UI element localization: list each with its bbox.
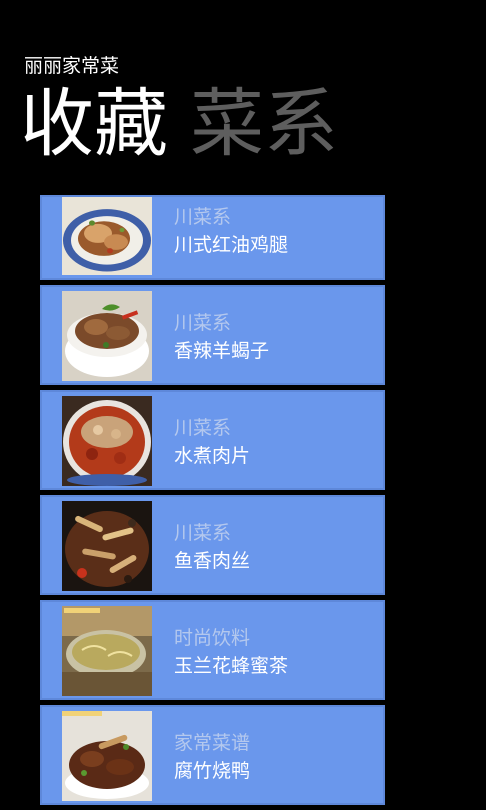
pivot-tab-favorites[interactable]: 收藏: [20, 82, 168, 166]
item-category: 时尚饮料: [174, 627, 251, 649]
item-category: 家常菜谱: [174, 732, 251, 754]
item-dish-name: 川式红油鸡腿: [174, 234, 289, 256]
dish-photo: [62, 501, 152, 591]
item-category: 川菜系: [174, 206, 232, 228]
item-dish-name: 鱼香肉丝: [174, 550, 251, 572]
item-dish-name: 腐竹烧鸭: [174, 760, 251, 782]
favorites-list: 川菜系 川式红油鸡腿 川菜系 香辣羊蝎子 川菜系 水煮肉片 川菜系 鱼香肉丝 时…: [40, 195, 385, 810]
dish-photo: [62, 606, 152, 696]
item-dish-name: 玉兰花蜂蜜茶: [174, 655, 289, 677]
dish-photo: [62, 396, 152, 486]
dish-photo: [62, 291, 152, 381]
item-category: 川菜系: [174, 417, 232, 439]
pivot-headers: 收藏 菜系: [20, 82, 360, 166]
list-item[interactable]: 家常菜谱 腐竹烧鸭: [40, 705, 385, 805]
app-title: 丽丽家常菜: [24, 55, 120, 77]
list-item[interactable]: 川菜系 水煮肉片: [40, 390, 385, 490]
list-item[interactable]: 川菜系 香辣羊蝎子: [40, 285, 385, 385]
item-category: 川菜系: [174, 522, 232, 544]
list-item[interactable]: 川菜系 鱼香肉丝: [40, 495, 385, 595]
item-dish-name: 香辣羊蝎子: [174, 340, 270, 362]
item-category: 川菜系: [174, 312, 232, 334]
item-dish-name: 水煮肉片: [174, 445, 251, 467]
dish-photo: [62, 711, 152, 801]
pivot-tab-cuisines[interactable]: 菜系: [190, 82, 338, 166]
dish-photo: [62, 197, 152, 275]
list-item[interactable]: 时尚饮料 玉兰花蜂蜜茶: [40, 600, 385, 700]
list-item[interactable]: 川菜系 川式红油鸡腿: [40, 195, 385, 280]
